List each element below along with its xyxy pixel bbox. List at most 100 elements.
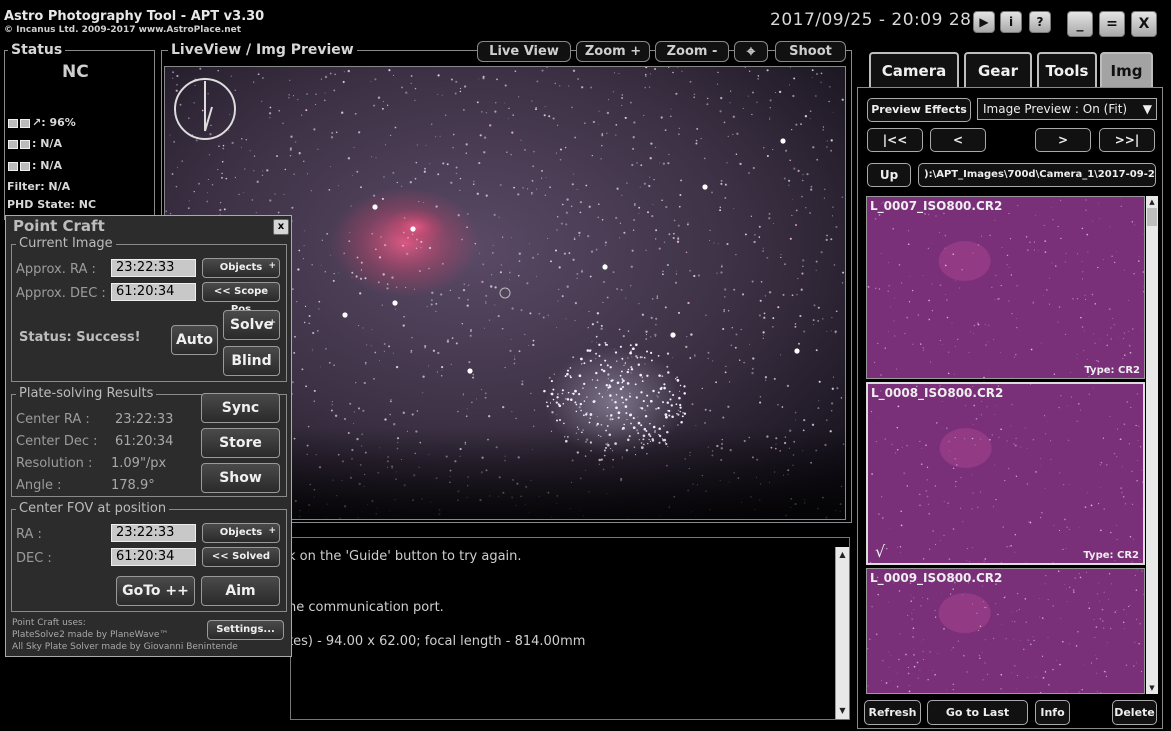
goto-button[interactable]: GoTo ++ bbox=[116, 576, 195, 606]
fov-dec-label: DEC : bbox=[16, 551, 52, 566]
minimize-button[interactable]: _ bbox=[1067, 11, 1093, 37]
resolution-label: Resolution : bbox=[16, 456, 93, 471]
fov-ra-field[interactable]: 23:22:33 bbox=[111, 524, 196, 542]
live-view-button[interactable]: Live View bbox=[477, 41, 571, 62]
up-button[interactable]: Up bbox=[867, 163, 911, 187]
image-preview-select[interactable]: Image Preview : On (Fit) ▼ bbox=[977, 98, 1157, 120]
status-row-battery: ↗: 96% bbox=[8, 116, 76, 129]
solve-status: Status: Success! bbox=[19, 330, 141, 345]
thumbnail-image bbox=[869, 384, 1143, 563]
info-image-button[interactable]: Info bbox=[1035, 700, 1070, 725]
liveview-title: LiveView / Img Preview bbox=[168, 42, 357, 58]
results-title: Plate-solving Results bbox=[16, 386, 157, 401]
log-line: he communication port. bbox=[288, 600, 444, 615]
fov-objects-button[interactable]: Objects + bbox=[202, 523, 280, 543]
preview-effects-button[interactable]: Preview Effects bbox=[867, 98, 971, 122]
refresh-button[interactable]: Refresh bbox=[864, 700, 921, 725]
current-image-title: Current Image bbox=[16, 236, 116, 251]
tab-tools[interactable]: Tools bbox=[1037, 52, 1097, 88]
thumbnail-image bbox=[867, 198, 1144, 378]
show-button[interactable]: Show bbox=[201, 463, 280, 493]
point-craft-panel: Point Craft x Current Image Approx. RA :… bbox=[5, 215, 292, 657]
thumbnail-name: L_0007_ISO800.CR2 bbox=[870, 199, 1003, 213]
auto-button[interactable]: Auto bbox=[171, 325, 218, 355]
shoot-button[interactable]: Shoot bbox=[775, 41, 846, 62]
thumbnail[interactable]: L_0007_ISO800.CR2 Type: CR2 bbox=[866, 196, 1145, 379]
folder-path[interactable]: ):\APT_Images\700d\Camera_1\2017-09-24 bbox=[918, 163, 1156, 187]
log-line: k on the 'Guide' button to try again. bbox=[288, 549, 522, 564]
approx-ra-label: Approx. RA : bbox=[16, 262, 96, 277]
footer-platesolve2: PlateSolve2 made by PlaneWave™ bbox=[12, 630, 169, 640]
scroll-up-icon[interactable]: ▲ bbox=[1146, 198, 1158, 206]
crosshair-button[interactable]: ⌖ bbox=[734, 41, 768, 62]
scroll-down-icon[interactable]: ▼ bbox=[836, 703, 849, 719]
scroll-down-icon[interactable]: ▼ bbox=[1146, 684, 1158, 692]
angle-label: Angle : bbox=[16, 478, 62, 493]
go-to-last-taken-button[interactable]: Go to Last Taken bbox=[927, 700, 1028, 731]
battery-icon bbox=[20, 139, 30, 149]
thumbnail-name: L_0008_ISO800.CR2 bbox=[871, 386, 1004, 400]
point-craft-close-button[interactable]: x bbox=[273, 219, 289, 235]
point-craft-title: Point Craft bbox=[13, 217, 105, 235]
solved-button[interactable]: << Solved bbox=[202, 547, 280, 567]
tab-camera[interactable]: Camera bbox=[869, 52, 959, 88]
scope-pos-button[interactable]: << Scope Pos bbox=[202, 282, 280, 315]
thumbnail-image bbox=[867, 569, 1144, 693]
fov-dec-field[interactable]: 61:20:34 bbox=[111, 548, 196, 566]
approx-dec-field[interactable]: 61:20:34 bbox=[111, 283, 196, 301]
disk-icon bbox=[20, 161, 30, 171]
zoom-in-button[interactable]: Zoom + bbox=[576, 41, 650, 62]
approx-dec-label: Approx. DEC : bbox=[16, 286, 106, 301]
app-copyright: © Incanus Ltd. 2009-2017 www.AstroPlace.… bbox=[4, 25, 242, 35]
scroll-up-icon[interactable]: ▲ bbox=[836, 547, 849, 563]
datetime-display: 2017/09/25 - 20:09 28 bbox=[770, 10, 972, 30]
checkmark-icon: √ bbox=[875, 542, 886, 561]
store-button[interactable]: Store bbox=[201, 428, 280, 458]
status-row-camera-storage: : N/A bbox=[8, 159, 62, 172]
aim-button[interactable]: Aim bbox=[201, 576, 280, 606]
center-ra-label: Center RA : bbox=[16, 412, 90, 427]
scroll-thumb[interactable] bbox=[1147, 208, 1157, 226]
zoom-out-button[interactable]: Zoom - bbox=[655, 41, 729, 62]
sync-button[interactable]: Sync bbox=[201, 393, 280, 423]
fov-ra-label: RA : bbox=[16, 527, 42, 542]
approx-ra-field[interactable]: 23:22:33 bbox=[111, 259, 196, 277]
center-dec-label: Center Dec : bbox=[16, 434, 98, 449]
tab-img[interactable]: Img bbox=[1100, 52, 1153, 88]
close-button[interactable]: X bbox=[1131, 11, 1157, 37]
footer-allsky: All Sky Plate Solver made by Giovanni Be… bbox=[12, 642, 238, 652]
angle-value: 178.9° bbox=[111, 478, 155, 493]
center-dec-value: 61:20:34 bbox=[115, 434, 174, 449]
help-button[interactable]: ? bbox=[1029, 11, 1051, 33]
tab-gear[interactable]: Gear bbox=[964, 52, 1032, 88]
thumbnail[interactable]: L_0009_ISO800.CR2 bbox=[866, 568, 1145, 694]
next-image-button[interactable]: > bbox=[1035, 128, 1091, 152]
blind-button[interactable]: Blind bbox=[223, 346, 280, 376]
settings-button[interactable]: Settings... bbox=[207, 620, 284, 640]
last-image-button[interactable]: >>| bbox=[1099, 128, 1155, 152]
thumbnail-type: Type: CR2 bbox=[1084, 365, 1140, 376]
log-line: tes) - 94.00 x 62.00; focal length - 814… bbox=[288, 634, 586, 649]
maximize-button[interactable]: = bbox=[1099, 11, 1125, 37]
log-scrollbar[interactable]: ▲ ▼ bbox=[835, 547, 849, 719]
objects-button[interactable]: Objects + bbox=[202, 258, 280, 278]
prev-image-button[interactable]: < bbox=[930, 128, 986, 152]
info-button[interactable]: i bbox=[1000, 11, 1022, 33]
thumbnail-type: Type: CR2 bbox=[1083, 550, 1139, 561]
battery-icon bbox=[20, 118, 30, 128]
camera-icon bbox=[8, 161, 18, 171]
delete-button[interactable]: Delete bbox=[1112, 700, 1157, 725]
camera-icon bbox=[8, 139, 18, 149]
first-image-button[interactable]: |<< bbox=[867, 128, 923, 152]
status-title: Status bbox=[8, 42, 66, 58]
solve-button[interactable]: Solve + bbox=[223, 310, 280, 340]
phd-status: PHD State: NC bbox=[7, 198, 97, 211]
center-ra-value: 23:22:33 bbox=[115, 412, 174, 427]
power-icon: ↗ bbox=[32, 116, 42, 129]
thumbnail-name: L_0009_ISO800.CR2 bbox=[870, 571, 1003, 585]
thumbnail-scrollbar[interactable]: ▲ ▼ bbox=[1146, 196, 1158, 694]
thumbnail-selected[interactable]: L_0008_ISO800.CR2 Type: CR2 √ bbox=[866, 382, 1145, 565]
resolution-value: 1.09"/px bbox=[111, 456, 167, 471]
play-button[interactable]: ▶ bbox=[973, 11, 995, 33]
status-row-camera-battery: : N/A bbox=[8, 137, 62, 150]
